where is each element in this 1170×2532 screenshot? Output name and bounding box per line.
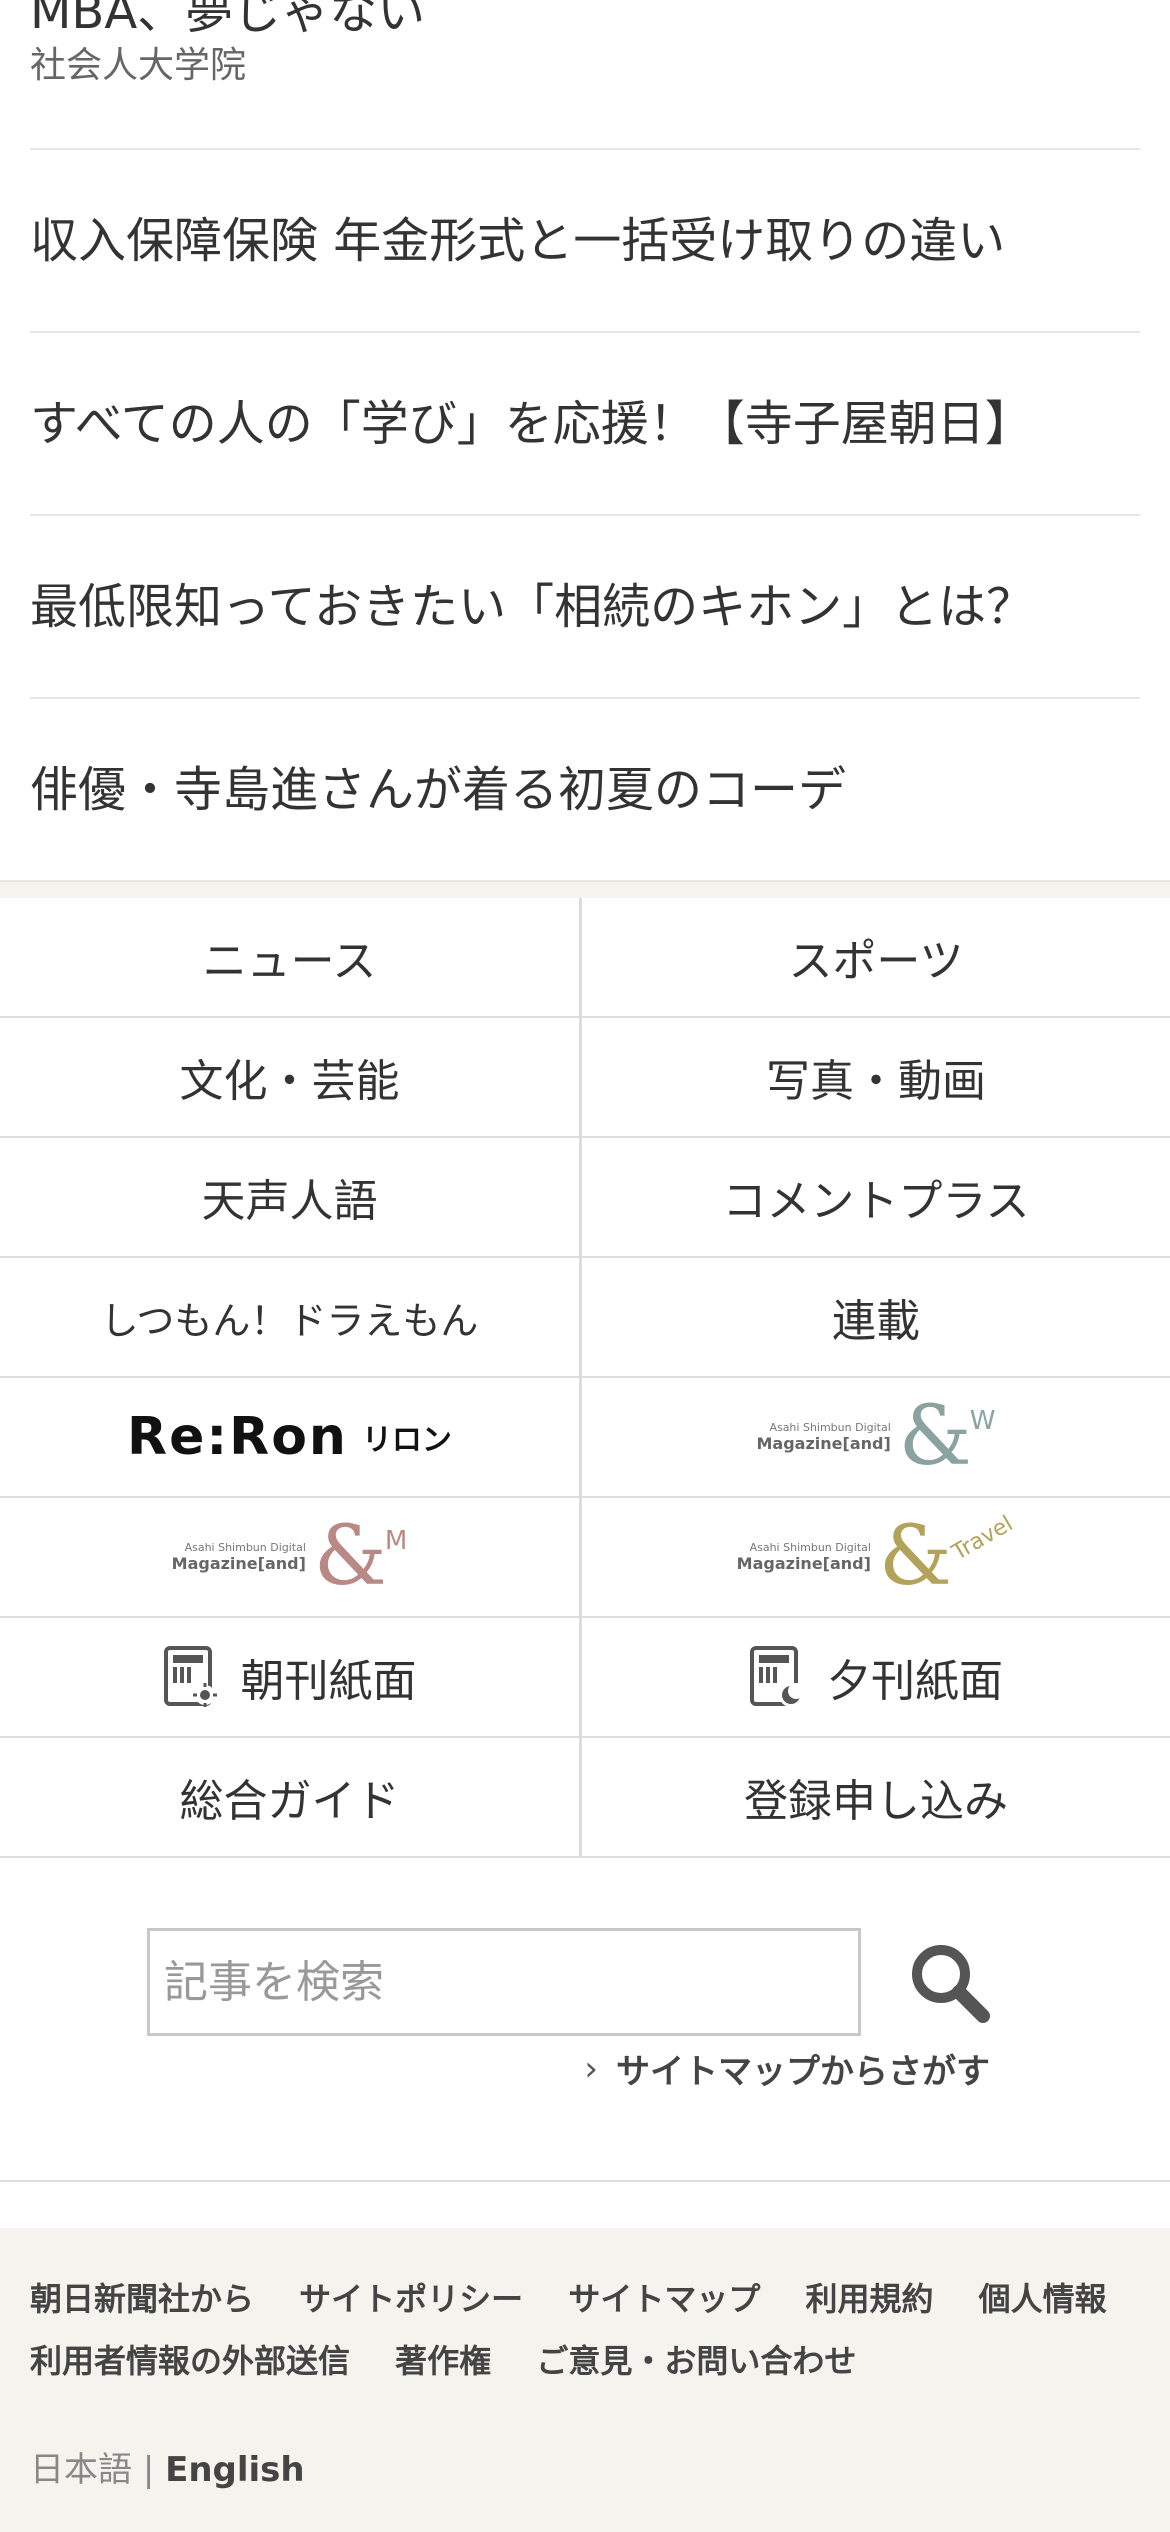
promo-title[interactable]: MBA、夢じゃない — [30, 0, 1140, 42]
nav-photo-video-label: 写真・動画 — [766, 1056, 986, 1107]
nav-comment-plus-label: コメントプラス — [722, 1176, 1030, 1227]
search-section: › サイトマップからさがす — [0, 1858, 1170, 2182]
lang-separator: | — [142, 2450, 155, 2490]
promo-item[interactable]: 俳優・寺島進さんが着る初夏のコーデ — [30, 699, 1140, 880]
footer-link[interactable]: 利用者情報の外部送信 — [30, 2342, 350, 2380]
nav-evening-paper-label: 夕刊紙面 — [827, 1656, 1003, 1707]
promo-subtitle: 社会人大学院 — [30, 45, 247, 86]
reron-logo-kana: リロン — [361, 1423, 452, 1458]
promo-title[interactable]: 収入保障保険 年金形式と一括受け取りの違い — [30, 209, 1140, 273]
and-travel-logo: Asahi Shimbun Digital Magazine[and] & Tr… — [736, 1509, 1018, 1604]
nav-morning-paper-label: 朝刊紙面 — [240, 1656, 417, 1707]
and-travel-suffix: Travel — [948, 1511, 1018, 1566]
ampersand-icon: & — [878, 1509, 952, 1604]
nav-tensei-label: 天声人語 — [201, 1176, 378, 1227]
nav-guide-label: 総合ガイド — [179, 1776, 400, 1827]
mag-brand-line2: Magazine[and] — [171, 1554, 306, 1573]
nav-and-m[interactable]: Asahi Shimbun Digital Magazine[and] & M — [0, 1498, 582, 1618]
promo-item[interactable]: 収入保障保険 年金形式と一括受け取りの違い — [30, 150, 1140, 333]
lang-english[interactable]: English — [165, 2450, 305, 2490]
lang-japanese[interactable]: 日本語 — [30, 2450, 132, 2490]
footer-links: 朝日新聞社から サイトポリシー サイトマップ 利用規約 個人情報 利用者情報の外… — [0, 2228, 1170, 2392]
nav-register[interactable]: 登録申し込み — [582, 1738, 1170, 1856]
nav-culture-label: 文化・芸能 — [179, 1056, 400, 1107]
nav-serial[interactable]: 連載 — [582, 1258, 1170, 1378]
footer-link[interactable]: ご意見・お問い合わせ — [536, 2342, 856, 2380]
and-w-suffix: W — [969, 1406, 996, 1436]
mag-brand-line1: Asahi Shimbun Digital — [769, 1421, 891, 1434]
nav-doraemon-label: しつもん！ドラえもん — [100, 1298, 479, 1343]
nav-and-travel[interactable]: Asahi Shimbun Digital Magazine[and] & Tr… — [582, 1498, 1170, 1618]
nav-culture[interactable]: 文化・芸能 — [0, 1018, 582, 1138]
mag-brand-line2: Magazine[and] — [736, 1554, 871, 1573]
nav-morning-paper[interactable]: 朝刊紙面 — [0, 1618, 582, 1738]
newspaper-sun-icon — [163, 1646, 217, 1707]
section-divider — [0, 880, 1170, 898]
and-w-logo: Asahi Shimbun Digital Magazine[and] & W — [757, 1396, 996, 1478]
promo-list: MBA、夢じゃない 社会人大学院 収入保障保険 年金形式と一括受け取りの違い す… — [0, 0, 1170, 880]
footer-link[interactable]: サイトマップ — [568, 2280, 760, 2318]
promo-item[interactable]: すべての人の「学び」を応援！【寺子屋朝日】 — [30, 333, 1140, 516]
nav-sports-label: スポーツ — [788, 936, 964, 987]
nav-and-w[interactable]: Asahi Shimbun Digital Magazine[and] & W — [582, 1378, 1170, 1498]
ampersand-icon: & — [898, 1389, 972, 1484]
nav-comment-plus[interactable]: コメントプラス — [582, 1138, 1170, 1258]
nav-photo-video[interactable]: 写真・動画 — [582, 1018, 1170, 1138]
nav-serial-label: 連載 — [832, 1296, 920, 1347]
nav-guide[interactable]: 総合ガイド — [0, 1738, 582, 1856]
newspaper-moon-icon — [750, 1646, 804, 1707]
nav-evening-paper[interactable]: 夕刊紙面 — [582, 1618, 1170, 1738]
nav-doraemon[interactable]: しつもん！ドラえもん — [0, 1258, 582, 1378]
chevron-right-icon: › — [584, 2048, 598, 2089]
promo-item[interactable]: MBA、夢じゃない 社会人大学院 — [30, 0, 1140, 150]
footer-link[interactable]: 利用規約 — [805, 2280, 933, 2318]
language-switcher: 日本語 | English — [30, 2442, 305, 2491]
and-m-suffix: M — [384, 1526, 408, 1556]
sitemap-link-label: サイトマップからさがす — [616, 2052, 990, 2092]
footer-link[interactable]: 著作権 — [395, 2342, 491, 2380]
footer-link[interactable]: 朝日新聞社から — [30, 2280, 254, 2318]
footer: 朝日新聞社から サイトポリシー サイトマップ 利用規約 個人情報 利用者情報の外… — [0, 2228, 1170, 2532]
ampersand-icon: & — [313, 1509, 387, 1604]
sitemap-link[interactable]: › サイトマップからさがす — [584, 2044, 990, 2093]
and-m-logo: Asahi Shimbun Digital Magazine[and] & M — [172, 1516, 408, 1598]
mag-brand-line1: Asahi Shimbun Digital — [749, 1541, 871, 1554]
search-icon[interactable] — [905, 1938, 995, 2028]
footer-link[interactable]: 個人情報 — [979, 2280, 1107, 2318]
nav-reron[interactable]: Re:Ron リロン — [0, 1378, 582, 1498]
reron-logo: Re:Ron リロン — [127, 1407, 452, 1467]
promo-title[interactable]: 最低限知っておきたい「相続のキホン」とは？ — [30, 575, 1140, 639]
mag-brand-line1: Asahi Shimbun Digital — [184, 1541, 306, 1554]
nav-news[interactable]: ニュース — [0, 898, 582, 1018]
promo-item[interactable]: 最低限知っておきたい「相続のキホン」とは？ — [30, 516, 1140, 699]
nav-tensei-jingo[interactable]: 天声人語 — [0, 1138, 582, 1258]
promo-title[interactable]: すべての人の「学び」を応援！【寺子屋朝日】 — [30, 392, 1140, 456]
nav-news-label: ニュース — [202, 936, 377, 987]
reron-logo-text: Re:Ron — [127, 1407, 348, 1467]
category-grid: ニュース スポーツ 文化・芸能 写真・動画 天声人語 コメントプラス しつもん！… — [0, 898, 1170, 1858]
footer-link[interactable]: サイトポリシー — [299, 2280, 523, 2318]
search-input[interactable] — [147, 1928, 861, 2036]
mag-brand-line2: Magazine[and] — [756, 1434, 891, 1453]
nav-sports[interactable]: スポーツ — [582, 898, 1170, 1018]
nav-register-label: 登録申し込み — [744, 1776, 1008, 1827]
promo-title[interactable]: 俳優・寺島進さんが着る初夏のコーデ — [30, 758, 1140, 822]
